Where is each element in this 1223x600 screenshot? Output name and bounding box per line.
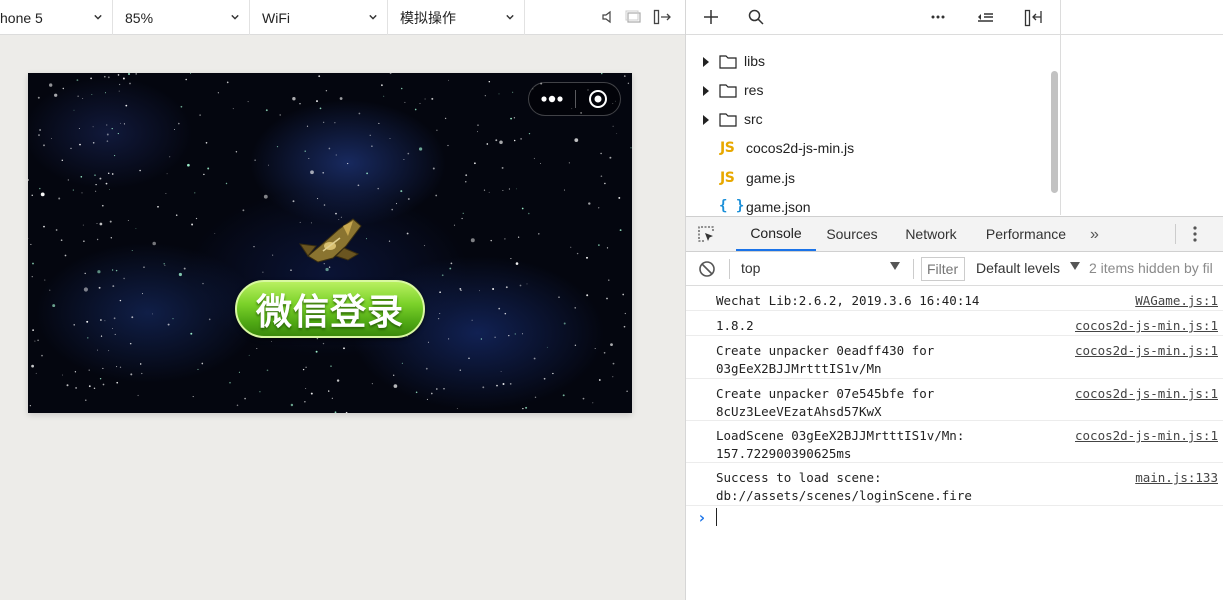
file-tree: libs res src JS cocos2d-js-min.js JS gam…: [686, 35, 1060, 216]
tab-performance[interactable]: Performance: [976, 217, 1076, 251]
log-row: Success to load scene: db://assets/scene…: [686, 463, 1223, 506]
file-tree-toolbar: [686, 0, 1060, 35]
log-message: Create unpacker 0eadff430 for 03gEeX2BJJ…: [716, 343, 935, 376]
network-select[interactable]: WiFi: [250, 0, 388, 35]
tree-item-label: game.json: [746, 199, 811, 215]
console-panel: Console Sources Network Performance » to…: [686, 216, 1223, 600]
log-source-link[interactable]: cocos2d-js-min.js:1: [1075, 385, 1218, 403]
console-filter-input[interactable]: [921, 257, 965, 281]
simulate-action-value: 模拟操作: [400, 9, 456, 26]
search-icon[interactable]: [748, 9, 764, 25]
editor-toolbar: [1060, 0, 1223, 35]
tree-file-game-js[interactable]: JS game.js: [686, 164, 1046, 193]
dropdown-arrow-icon: [890, 262, 900, 270]
network-select-value: WiFi: [262, 9, 290, 26]
json-file-icon: { }: [719, 198, 745, 214]
clear-console-icon[interactable]: [698, 260, 716, 278]
tree-item-label: src: [744, 111, 763, 127]
log-row: LoadScene 03gEeX2BJJMrtttIS1v/Mn: 157.72…: [686, 421, 1223, 463]
device-select[interactable]: hone 5: [0, 0, 113, 35]
chevron-down-icon: [369, 14, 377, 20]
spaceship-sprite: [298, 218, 362, 263]
caret-right-icon: [703, 86, 709, 96]
more-icon[interactable]: [931, 15, 945, 19]
console-input-caret[interactable]: [716, 508, 717, 526]
plus-icon[interactable]: [703, 9, 719, 25]
kebab-menu-icon[interactable]: [1193, 225, 1197, 243]
simulator-pane: hone 5 85% WiFi 模拟操作 微信登录: [0, 0, 686, 600]
folder-icon: [719, 113, 737, 127]
caret-right-icon: [703, 57, 709, 67]
dropdown-arrow-icon: [1070, 262, 1080, 270]
log-message: LoadScene 03gEeX2BJJMrtttIS1v/Mn: 157.72…: [716, 428, 965, 461]
log-message: Success to load scene: db://assets/scene…: [716, 470, 972, 503]
more-tabs-icon[interactable]: »: [1090, 226, 1099, 244]
log-row: Wechat Lib:2.6.2, 2019.3.6 16:40:14 WAGa…: [686, 286, 1223, 311]
tab-network[interactable]: Network: [894, 217, 968, 251]
log-source-link[interactable]: cocos2d-js-min.js:1: [1075, 427, 1218, 445]
collapse-icon[interactable]: [976, 9, 994, 25]
tree-item-label: res: [744, 82, 764, 98]
zoom-select-value: 85%: [125, 9, 154, 26]
devtools-pane: libs res src JS cocos2d-js-min.js JS gam…: [686, 0, 1223, 600]
caret-right-icon: [703, 115, 709, 125]
miniprogram-capsule: [528, 82, 621, 116]
tree-folder-src[interactable]: src: [686, 105, 1046, 134]
log-message: Create unpacker 07e545bfe for 8cUz3LeeVE…: [716, 386, 935, 419]
inspect-element-icon[interactable]: [697, 225, 715, 243]
window-icon[interactable]: [625, 10, 643, 24]
tree-file-game-json[interactable]: { } game.json: [686, 193, 1046, 216]
volume-icon[interactable]: [601, 10, 615, 24]
log-source-link[interactable]: cocos2d-js-min.js:1: [1075, 317, 1218, 335]
log-levels-select[interactable]: Default levels: [976, 260, 1060, 276]
folder-icon: [719, 84, 737, 98]
tree-folder-libs[interactable]: libs: [686, 47, 1046, 76]
more-dots-icon[interactable]: [529, 95, 575, 103]
tree-item-label: game.js: [746, 170, 796, 186]
tree-scrollbar[interactable]: [1051, 71, 1058, 193]
console-log-area: Wechat Lib:2.6.2, 2019.3.6 16:40:14 WAGa…: [686, 286, 1223, 600]
log-row: Create unpacker 0eadff430 for 03gEeX2BJJ…: [686, 336, 1223, 379]
console-prompt-icon: ›: [697, 508, 707, 527]
zoom-select[interactable]: 85%: [113, 0, 250, 35]
hidden-items-count: 2 items hidden by fil: [1089, 260, 1213, 276]
detach-icon[interactable]: [653, 9, 673, 25]
console-filter-bar: top Default levels 2 items hidden by fil: [686, 252, 1223, 286]
log-source-link[interactable]: cocos2d-js-min.js:1: [1075, 342, 1218, 360]
layout-icon[interactable]: [1024, 9, 1044, 27]
simulate-action-select[interactable]: 模拟操作: [388, 0, 525, 35]
log-message: Wechat Lib:2.6.2, 2019.3.6 16:40:14: [716, 293, 980, 308]
simulator-toolbar: hone 5 85% WiFi 模拟操作: [0, 0, 685, 35]
log-row: Create unpacker 07e545bfe for 8cUz3LeeVE…: [686, 379, 1223, 421]
tree-item-label: libs: [744, 53, 766, 69]
js-file-icon: JS: [720, 140, 735, 156]
folder-icon: [719, 55, 737, 69]
log-source-link[interactable]: main.js:133: [1135, 469, 1218, 487]
devtools-tabs: Console Sources Network Performance »: [686, 217, 1223, 252]
context-select[interactable]: top: [741, 260, 906, 276]
editor-area: [1060, 35, 1223, 215]
tab-sources[interactable]: Sources: [816, 217, 888, 251]
device-select-value: hone 5: [0, 9, 43, 26]
tree-item-label: cocos2d-js-min.js: [746, 140, 855, 156]
log-source-link[interactable]: WAGame.js:1: [1135, 292, 1218, 310]
wechat-login-button[interactable]: 微信登录: [235, 280, 425, 338]
tree-file-cocos2d[interactable]: JS cocos2d-js-min.js: [686, 134, 1046, 163]
log-row: 1.8.2 cocos2d-js-min.js:1: [686, 311, 1223, 336]
tab-console[interactable]: Console: [736, 217, 816, 251]
target-icon[interactable]: [576, 89, 620, 109]
chevron-down-icon: [94, 14, 102, 20]
chevron-down-icon: [231, 14, 239, 20]
js-file-icon: JS: [720, 170, 735, 186]
chevron-down-icon: [506, 14, 514, 20]
tree-folder-res[interactable]: res: [686, 76, 1046, 105]
game-canvas[interactable]: 微信登录: [28, 73, 632, 413]
log-message: 1.8.2: [716, 318, 754, 333]
